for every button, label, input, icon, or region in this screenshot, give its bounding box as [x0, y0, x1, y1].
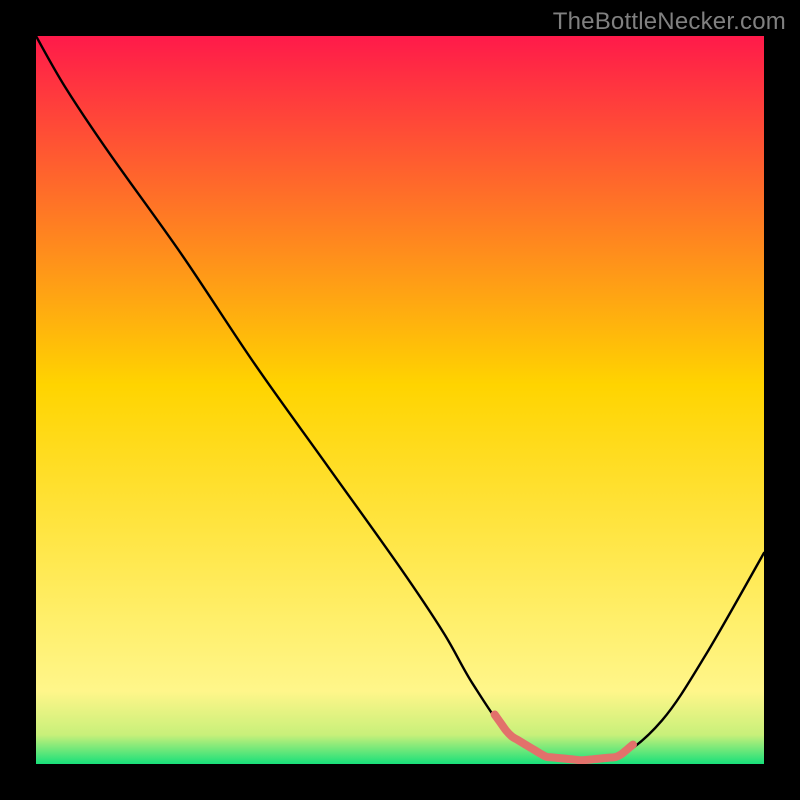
- attribution-watermark: TheBottleNecker.com: [553, 8, 786, 36]
- gradient-background: [36, 36, 764, 764]
- chart-frame: TheBottleNecker.com: [0, 0, 800, 800]
- bottleneck-chart: [36, 36, 764, 764]
